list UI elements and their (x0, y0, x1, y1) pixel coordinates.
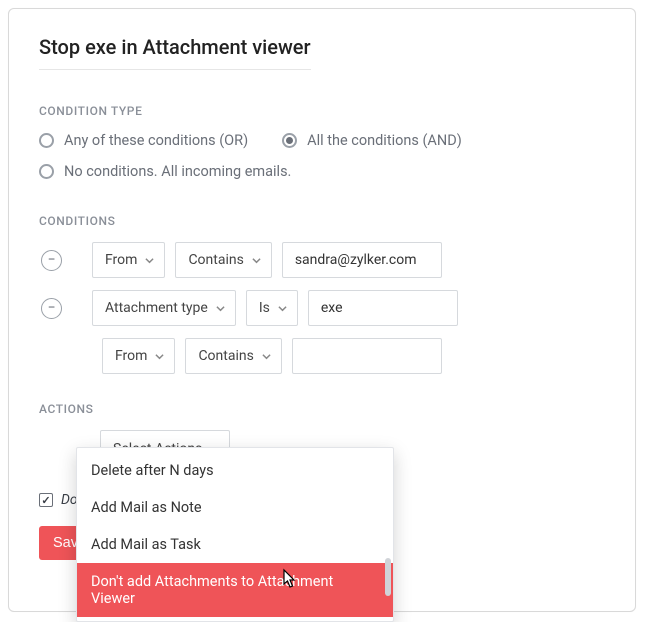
conditions-label: CONDITIONS (39, 214, 605, 228)
condition-value-field[interactable] (321, 300, 445, 316)
condition-value-input[interactable] (292, 338, 442, 374)
condition-op-select[interactable]: Is (246, 290, 298, 326)
condition-row: From Contains (39, 242, 605, 278)
chevron-down-icon (252, 256, 261, 265)
radio-row-2: No conditions. All incoming emails. (39, 163, 605, 180)
condition-value-input[interactable] (282, 242, 442, 278)
radio-icon (39, 164, 54, 179)
dropdown-item[interactable]: Add Mail as Task (77, 526, 393, 563)
radio-all-label: All the conditions (AND) (307, 132, 462, 149)
condition-op-select[interactable]: Contains (185, 338, 281, 374)
scrollbar[interactable] (385, 558, 391, 596)
select-value: Attachment type (105, 300, 208, 316)
condition-op-select[interactable]: Contains (175, 242, 271, 278)
chevron-down-icon (145, 256, 154, 265)
condition-row: From Contains (39, 338, 605, 374)
chevron-down-icon (278, 304, 287, 313)
chevron-down-icon (155, 352, 164, 361)
remove-condition-button[interactable] (41, 298, 62, 319)
radio-all[interactable]: All the conditions (AND) (282, 132, 462, 149)
actions-label: ACTIONS (39, 402, 605, 416)
radio-icon (39, 133, 54, 148)
dropdown-item[interactable]: Don't add Attachments to Attachment View… (77, 563, 393, 617)
select-value: From (115, 348, 147, 364)
radio-any[interactable]: Any of these conditions (OR) (39, 132, 248, 149)
radio-row-1: Any of these conditions (OR) All the con… (39, 132, 605, 149)
checkbox-icon (39, 493, 53, 507)
chevron-down-icon (216, 304, 225, 313)
condition-value-field[interactable] (305, 348, 429, 364)
condition-field-select[interactable]: From (102, 338, 175, 374)
select-value: Contains (188, 252, 243, 268)
remove-condition-button[interactable] (41, 250, 62, 271)
radio-icon (282, 133, 297, 148)
dropdown-item[interactable]: Delete after N days (77, 452, 393, 489)
condition-row: Attachment type Is (39, 290, 605, 326)
radio-any-label: Any of these conditions (OR) (64, 132, 248, 149)
page-title: Stop exe in Attachment viewer (39, 35, 311, 70)
chevron-down-icon (262, 352, 271, 361)
select-value: Is (259, 300, 270, 316)
condition-type-label: CONDITION TYPE (39, 104, 605, 118)
radio-none[interactable]: No conditions. All incoming emails. (39, 163, 291, 180)
spacer (39, 430, 70, 468)
dropdown-item[interactable]: Add Mail as Note (77, 489, 393, 526)
condition-field-select[interactable]: From (92, 242, 165, 278)
actions-dropdown-menu: Delete after N days Add Mail as Note Add… (76, 447, 394, 622)
radio-none-label: No conditions. All incoming emails. (64, 163, 291, 180)
condition-field-select[interactable]: Attachment type (92, 290, 236, 326)
select-value: From (105, 252, 137, 268)
select-value: Contains (198, 348, 253, 364)
condition-value-field[interactable] (295, 252, 429, 268)
condition-value-input[interactable] (308, 290, 458, 326)
